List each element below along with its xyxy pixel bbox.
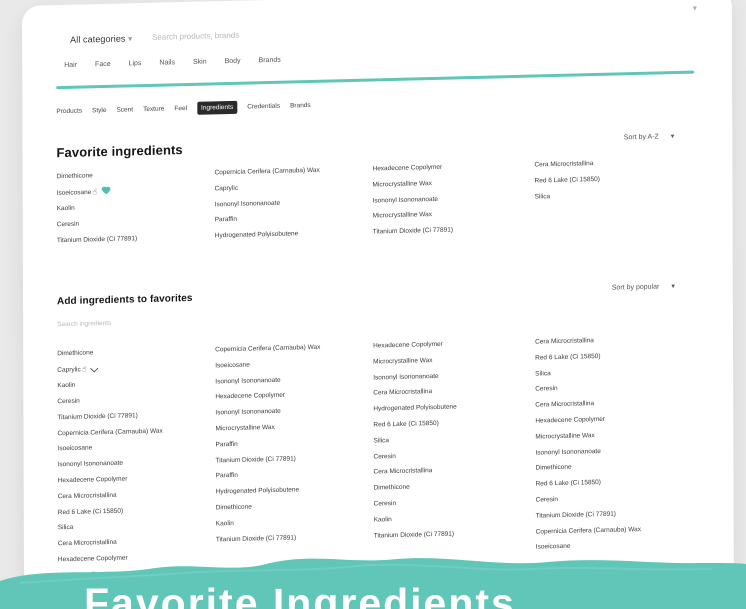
- filter-tabs: Products Style Scent Texture Feel Ingred…: [56, 99, 311, 118]
- list-item[interactable]: Hydrogenated Polyisobutene: [215, 225, 373, 245]
- nav-item-lips[interactable]: Lips: [129, 60, 142, 67]
- nav-item-brands[interactable]: Brands: [259, 57, 281, 65]
- tab-brands[interactable]: Brands: [290, 102, 311, 110]
- chevron-down-icon: ▾: [692, 3, 697, 13]
- list-item[interactable]: Titanium Dioxide (Ci 77891): [57, 229, 215, 249]
- top-bar: All categories ▾ Search products, brands…: [38, 4, 703, 93]
- tab-feel[interactable]: Feel: [174, 105, 187, 112]
- nav-item-body[interactable]: Body: [225, 58, 241, 65]
- sort-favorites-dropdown[interactable]: Sort by A-Z: [624, 133, 659, 141]
- favorite-ingredients-grid: Dimethicone Isoeicosane☝ Kaolin Ceresin …: [57, 154, 693, 249]
- ingredient-search-input[interactable]: Search ingredients: [57, 306, 693, 328]
- list-item[interactable]: Titanium Dioxide (Ci 77891): [373, 221, 535, 241]
- list-item[interactable]: Silica: [535, 185, 685, 204]
- favorite-ingredients-section: Favorite ingredients Sort by A-Z ▾ Dimet…: [56, 130, 692, 249]
- heart-outline-icon[interactable]: [90, 363, 99, 373]
- add-ingredients-title: Add ingredients to favorites: [57, 292, 193, 308]
- add-ingredients-grid: Dimethicone Caprylic☝ Kaolin Ceresin Tit…: [57, 331, 694, 584]
- main-navigation: Hair Face Lips Nails Skin Body Brands: [64, 57, 281, 69]
- category-dropdown[interactable]: All categories: [70, 33, 125, 44]
- accent-divider: [56, 70, 695, 90]
- nav-item-face[interactable]: Face: [95, 61, 111, 68]
- heart-filled-icon[interactable]: [101, 187, 109, 195]
- hand-cursor-icon: ☝: [81, 364, 87, 374]
- product-search-input[interactable]: Search products, brands: [152, 28, 352, 42]
- chevron-down-icon: ▾: [128, 34, 133, 44]
- tab-ingredients[interactable]: Ingredients: [197, 100, 238, 115]
- nav-item-skin[interactable]: Skin: [193, 59, 207, 66]
- screen: All categories ▾ Search products, brands…: [0, 0, 746, 609]
- browser-page: All categories ▾ Search products, brands…: [22, 0, 734, 597]
- add-ingredients-section: Add ingredients to favorites Sort by pop…: [57, 281, 694, 584]
- list-item[interactable]: Titanium Dioxide (Ci 77891): [216, 528, 374, 548]
- bottom-banner-text: Favorite Ingredients: [84, 580, 516, 609]
- list-item[interactable]: Titanium Dioxide (Ci 77891): [374, 524, 536, 544]
- tab-scent[interactable]: Scent: [116, 106, 133, 113]
- hand-cursor-icon: ☝: [92, 187, 98, 197]
- chevron-down-icon: ▾: [670, 133, 675, 141]
- tab-texture[interactable]: Texture: [143, 106, 164, 114]
- nav-item-nails[interactable]: Nails: [159, 59, 175, 66]
- tab-credentials[interactable]: Credentials: [247, 103, 280, 111]
- chevron-down-icon: ▾: [671, 283, 675, 291]
- tab-products[interactable]: Products: [56, 108, 82, 116]
- tab-style[interactable]: Style: [92, 107, 106, 114]
- sort-popular-dropdown[interactable]: Sort by popular: [612, 283, 659, 291]
- nav-item-hair[interactable]: Hair: [64, 62, 77, 69]
